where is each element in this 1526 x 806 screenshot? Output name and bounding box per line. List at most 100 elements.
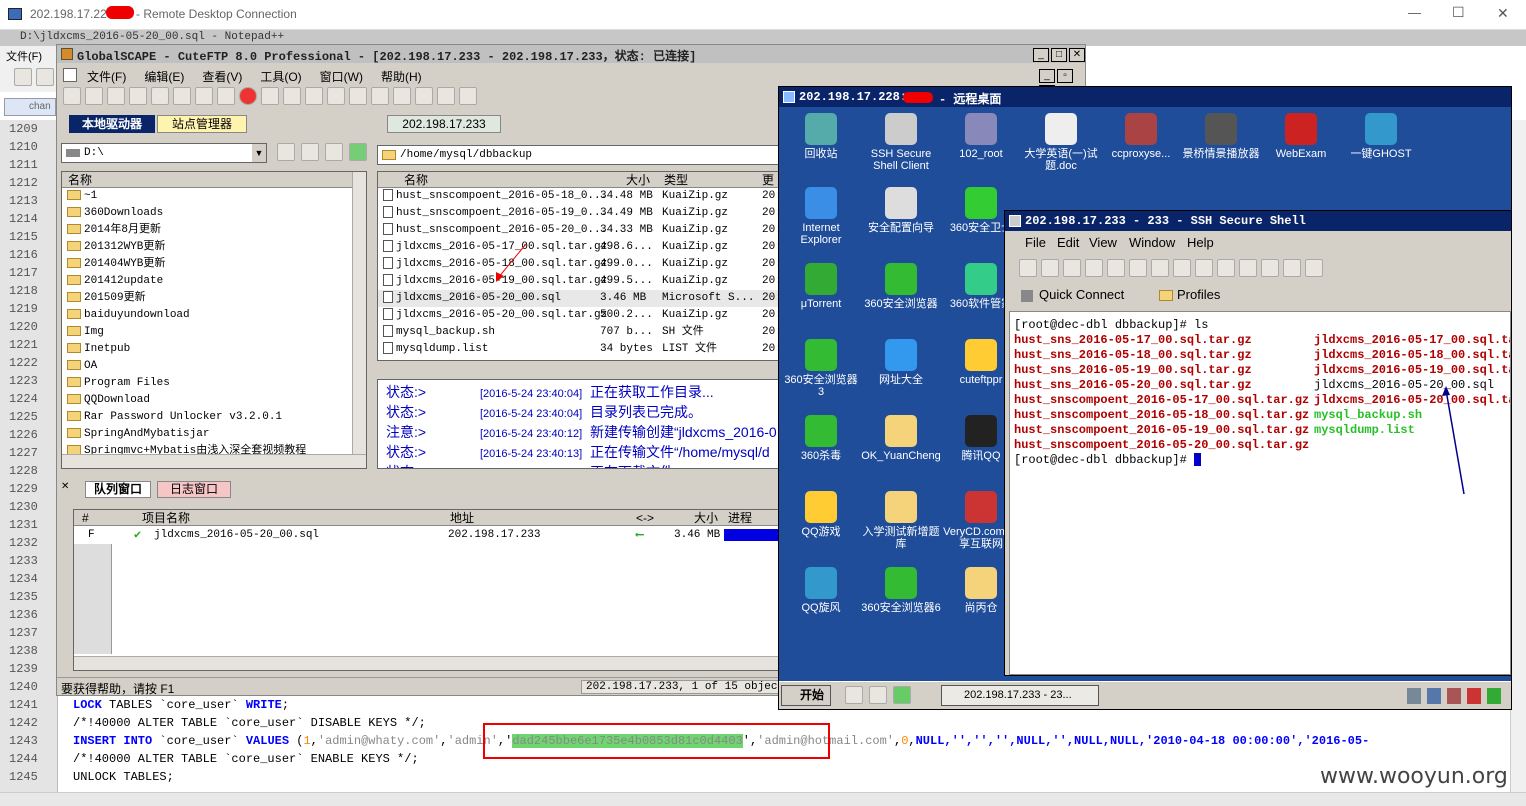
save-icon[interactable] xyxy=(217,87,235,105)
desktop-icon[interactable]: QQ旋风 xyxy=(781,567,861,614)
local-folder-item[interactable]: SpringAndMybatisjar xyxy=(62,426,366,443)
desktop-icon[interactable]: 网址大全 xyxy=(861,339,941,386)
minimize-button[interactable]: _ xyxy=(1039,69,1055,83)
rename-icon[interactable] xyxy=(393,87,411,105)
desktop-icon[interactable]: 360安全浏览器 xyxy=(861,263,941,310)
open-file-icon[interactable] xyxy=(36,68,54,86)
col-id[interactable]: # xyxy=(82,510,89,526)
desktop-icon[interactable]: QQ游戏 xyxy=(781,491,861,538)
close-icon[interactable]: ✕ xyxy=(61,481,69,492)
up-folder-icon[interactable] xyxy=(277,143,295,161)
menu-help[interactable]: 帮助(H) xyxy=(381,70,422,84)
tab-local-drives[interactable]: 本地驱动器 xyxy=(69,115,155,133)
start-button[interactable]: 开始 xyxy=(781,685,831,706)
col-size[interactable]: 大小 xyxy=(626,172,650,188)
delete-icon[interactable] xyxy=(325,143,343,161)
desktop-icon[interactable]: 360安全浏览器 3 xyxy=(781,339,861,398)
col-size[interactable]: 大小 xyxy=(694,510,718,526)
desktop-icon[interactable]: Internet Explorer xyxy=(781,187,861,246)
desktop-icon[interactable]: 景桥情景播放器 xyxy=(1181,113,1261,160)
tab-site-manager[interactable]: 站点管理器 xyxy=(157,115,247,133)
connect-icon[interactable] xyxy=(1085,259,1103,277)
remote-file-item[interactable]: hust_snscompoent_2016-05-19_0... 34.49 MB… xyxy=(378,205,786,222)
remote-file-item[interactable]: mysqldump.list 34 bytes LIST 文件 20: xyxy=(378,341,786,358)
remote-file-item[interactable]: jldxcms_2016-05-20_00.sql 3.46 MB Microsof… xyxy=(378,290,786,307)
menu-edit[interactable]: Edit xyxy=(1057,235,1079,250)
view-icon[interactable] xyxy=(305,87,323,105)
desktop-icon[interactable]: 入学测试新增题库 xyxy=(861,491,941,550)
edit-icon[interactable] xyxy=(195,87,213,105)
save-icon[interactable] xyxy=(1019,259,1037,277)
menu-file[interactable]: 文件(F) xyxy=(87,70,126,84)
menu-window[interactable]: Window xyxy=(1129,235,1175,250)
sync-icon[interactable] xyxy=(349,143,367,161)
new-site-icon[interactable] xyxy=(107,87,125,105)
local-folder-item[interactable]: ~1 xyxy=(62,188,366,205)
desktop-icon[interactable]: OK_YuanCheng xyxy=(861,415,941,462)
close-button[interactable]: ✕ xyxy=(1497,5,1509,22)
local-folder-item[interactable]: Rar Password Unlocker v3.2.0.1 xyxy=(62,409,366,426)
queue-icon[interactable] xyxy=(349,87,367,105)
new-file-icon[interactable] xyxy=(14,68,32,86)
stop-icon[interactable] xyxy=(239,87,257,105)
col-direction[interactable]: <-> xyxy=(636,510,654,526)
menu-edit[interactable]: 编辑(E) xyxy=(144,70,184,84)
close-button[interactable]: ✕ xyxy=(1069,48,1085,62)
desktop-icon[interactable]: SSH Secure Shell Client xyxy=(861,113,941,172)
menu-help[interactable]: Help xyxy=(1187,235,1214,250)
tab-log[interactable]: 日志窗口 xyxy=(157,481,231,498)
print-icon[interactable] xyxy=(1041,259,1059,277)
disconnect-icon[interactable] xyxy=(1107,259,1125,277)
quick-connect-button[interactable]: Quick Connect xyxy=(1021,287,1124,302)
refresh-icon[interactable] xyxy=(173,87,191,105)
local-folder-item[interactable]: 201404WYB更新 xyxy=(62,256,366,273)
remote-path-box[interactable]: /home/mysql/dbbackup xyxy=(377,145,787,165)
reconnect-icon[interactable] xyxy=(151,87,169,105)
col-type[interactable]: 类型 xyxy=(664,172,688,188)
menu-file[interactable]: 文件(F) xyxy=(6,48,42,64)
remote-file-item[interactable]: jldxcms_2016-05-18_00.sql.tar.gz 499.0...… xyxy=(378,256,786,273)
queue-row[interactable]: F ✔ jldxcms_2016-05-20_00.sql 202.198.17… xyxy=(74,526,786,544)
remote-file-item[interactable]: jldxcms_2016-05-17_00.sql.tar.gz 498.6...… xyxy=(378,239,786,256)
desktop-icon[interactable]: 一键GHOST xyxy=(1341,113,1421,160)
col-date[interactable]: 更 xyxy=(762,172,774,188)
properties-icon[interactable] xyxy=(327,87,345,105)
local-col-name[interactable]: 名称 xyxy=(62,172,366,188)
bookmark-icon[interactable] xyxy=(301,143,319,161)
col-address[interactable]: 地址 xyxy=(450,510,474,526)
desktop-icon[interactable]: 360安全浏览器6 xyxy=(861,567,941,614)
disconnect-icon[interactable] xyxy=(129,87,147,105)
quicklaunch-icon[interactable] xyxy=(845,686,863,704)
local-folder-item[interactable]: 201509更新 xyxy=(62,290,366,307)
wizard-icon[interactable] xyxy=(85,87,103,105)
desktop-icon[interactable]: 360杀毒 xyxy=(781,415,861,462)
col-name[interactable]: 名称 xyxy=(404,172,428,188)
preview-icon[interactable] xyxy=(1063,259,1081,277)
remote-file-item[interactable]: hust_snscompoent_2016-05-20_0... 34.33 MB… xyxy=(378,222,786,239)
quicklaunch-icon[interactable] xyxy=(869,686,887,704)
tab-queue[interactable]: 队列窗口 xyxy=(85,481,151,498)
local-folder-item[interactable]: 201312WYB更新 xyxy=(62,239,366,256)
minimize-button[interactable]: _ xyxy=(1033,48,1049,62)
delete-icon[interactable] xyxy=(371,87,389,105)
desktop-icon[interactable]: 安全配置向导 xyxy=(861,187,941,234)
settings-icon[interactable] xyxy=(459,87,477,105)
profiles-icon[interactable] xyxy=(1283,259,1301,277)
remote-file-item[interactable]: jldxcms_2016-05-20_00.sql.tar.gz 500.2...… xyxy=(378,307,786,324)
remote-file-item[interactable]: mysql_backup.sh 707 b... SH 文件 20: xyxy=(378,324,786,341)
col-item[interactable]: 项目名称 xyxy=(142,510,190,526)
desktop-icon[interactable]: 回收站 xyxy=(781,113,861,160)
local-folder-item[interactable]: 201412update xyxy=(62,273,366,290)
local-folder-item[interactable]: QQDownload xyxy=(62,392,366,409)
restore-button[interactable]: ▫ xyxy=(1057,69,1073,83)
desktop-icon[interactable]: WebExam xyxy=(1261,113,1341,160)
connect-icon[interactable] xyxy=(63,87,81,105)
local-path-box[interactable]: D:\ ▼ xyxy=(61,143,267,163)
upload-icon[interactable] xyxy=(283,87,301,105)
desktop-icon[interactable]: 102_root xyxy=(941,113,1021,160)
local-folder-item[interactable]: 2014年8月更新 xyxy=(62,222,366,239)
paste-icon[interactable] xyxy=(1151,259,1169,277)
remote-file-item[interactable]: hust_snscompoent_2016-05-18_0... 34.48 MB… xyxy=(378,188,786,205)
minimize-button[interactable]: — xyxy=(1408,5,1421,20)
settings-icon[interactable] xyxy=(1261,259,1279,277)
